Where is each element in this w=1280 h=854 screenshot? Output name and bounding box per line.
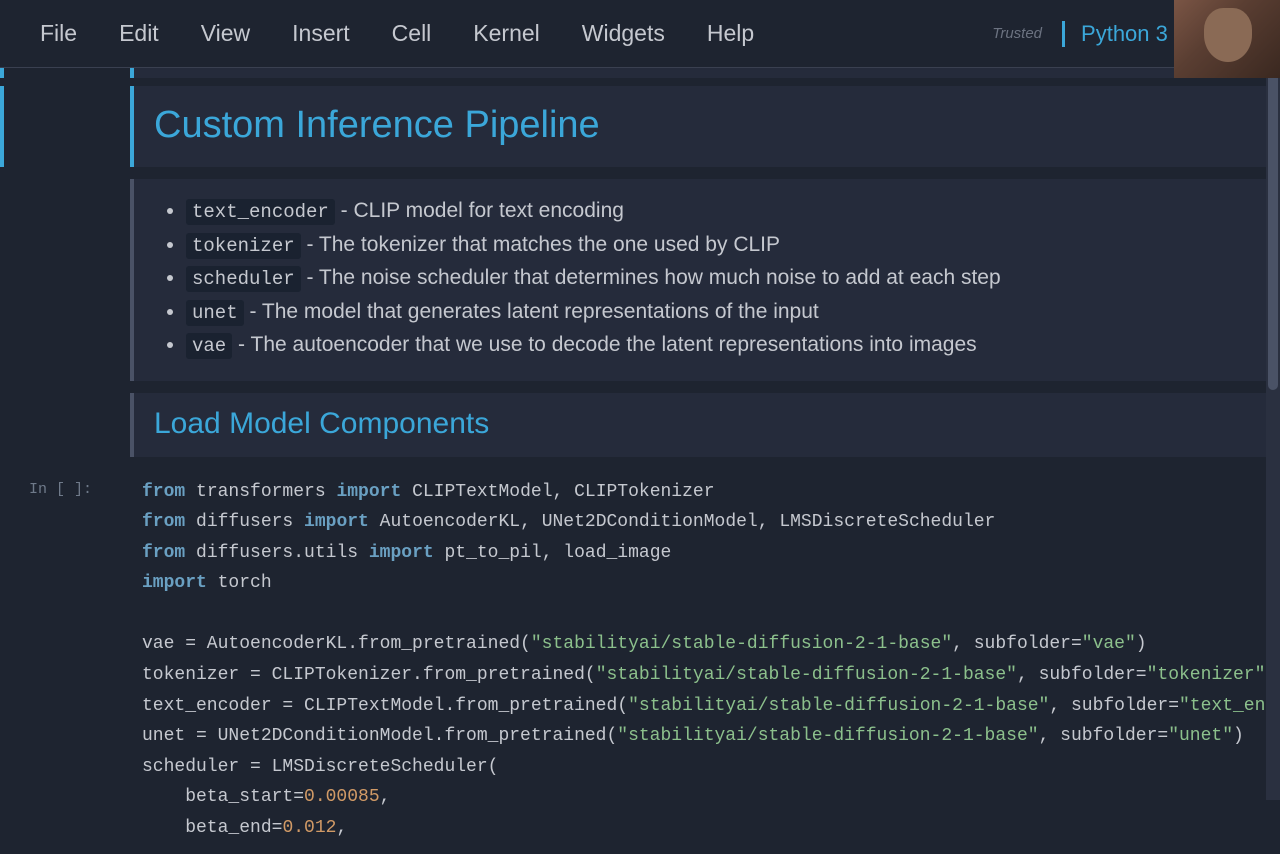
list-item: tokenizer - The tokenizer that matches t… — [186, 229, 1260, 261]
menu-edit[interactable]: Edit — [119, 20, 159, 47]
markdown-cell-heading1[interactable]: Custom Inference Pipeline — [0, 86, 1280, 167]
cell-gutter: In [ ]: — [4, 467, 104, 854]
input-prompt: In [ ]: — [29, 481, 92, 854]
markdown-cell-components[interactable]: text_encoder - CLIP model for text encod… — [0, 179, 1280, 381]
code-content[interactable]: from transformers import CLIPTextModel, … — [142, 477, 1280, 844]
code-cell[interactable]: In [ ]: from transformers import CLIPTex… — [0, 467, 1280, 854]
component-list: text_encoder - CLIP model for text encod… — [134, 179, 1280, 381]
list-desc: - The model that generates latent repres… — [244, 300, 819, 323]
list-item: text_encoder - CLIP model for text encod… — [186, 195, 1260, 227]
menu-widgets[interactable]: Widgets — [582, 20, 665, 47]
list-desc: - The tokenizer that matches the one use… — [301, 233, 780, 256]
notebook-area: Custom Inference Pipeline text_encoder -… — [0, 68, 1280, 854]
markdown-cell-heading2[interactable]: Load Model Components — [0, 393, 1280, 457]
list-item: vae - The autoencoder that we use to dec… — [186, 329, 1260, 361]
list-desc: - The autoencoder that we use to decode … — [232, 333, 976, 356]
menu-view[interactable]: View — [201, 20, 250, 47]
heading-custom-inference: Custom Inference Pipeline — [134, 86, 1280, 167]
menu-file[interactable]: File — [40, 20, 77, 47]
cell-gutter — [4, 86, 104, 167]
webcam-overlay — [1174, 0, 1280, 78]
menu-cell[interactable]: Cell — [392, 20, 432, 47]
menubar-items: File Edit View Insert Cell Kernel Widget… — [40, 20, 754, 47]
cell-gutter — [4, 179, 104, 381]
trusted-indicator: Trusted — [992, 25, 1042, 42]
menubar: File Edit View Insert Cell Kernel Widget… — [0, 0, 1280, 68]
menu-kernel[interactable]: Kernel — [473, 20, 539, 47]
code-term: text_encoder — [186, 199, 335, 225]
list-item: unet - The model that generates latent r… — [186, 296, 1260, 328]
menu-help[interactable]: Help — [707, 20, 754, 47]
list-desc: - CLIP model for text encoding — [335, 199, 624, 222]
heading-load-components: Load Model Components — [134, 393, 1280, 457]
code-term: vae — [186, 333, 232, 359]
list-desc: - The noise scheduler that determines ho… — [301, 266, 1001, 289]
cell-gutter — [4, 393, 104, 457]
code-term: scheduler — [186, 266, 301, 292]
scrollbar-thumb[interactable] — [1268, 70, 1278, 390]
code-term: unet — [186, 300, 244, 326]
menu-insert[interactable]: Insert — [292, 20, 350, 47]
list-item: scheduler - The noise scheduler that det… — [186, 262, 1260, 294]
code-term: tokenizer — [186, 233, 301, 259]
